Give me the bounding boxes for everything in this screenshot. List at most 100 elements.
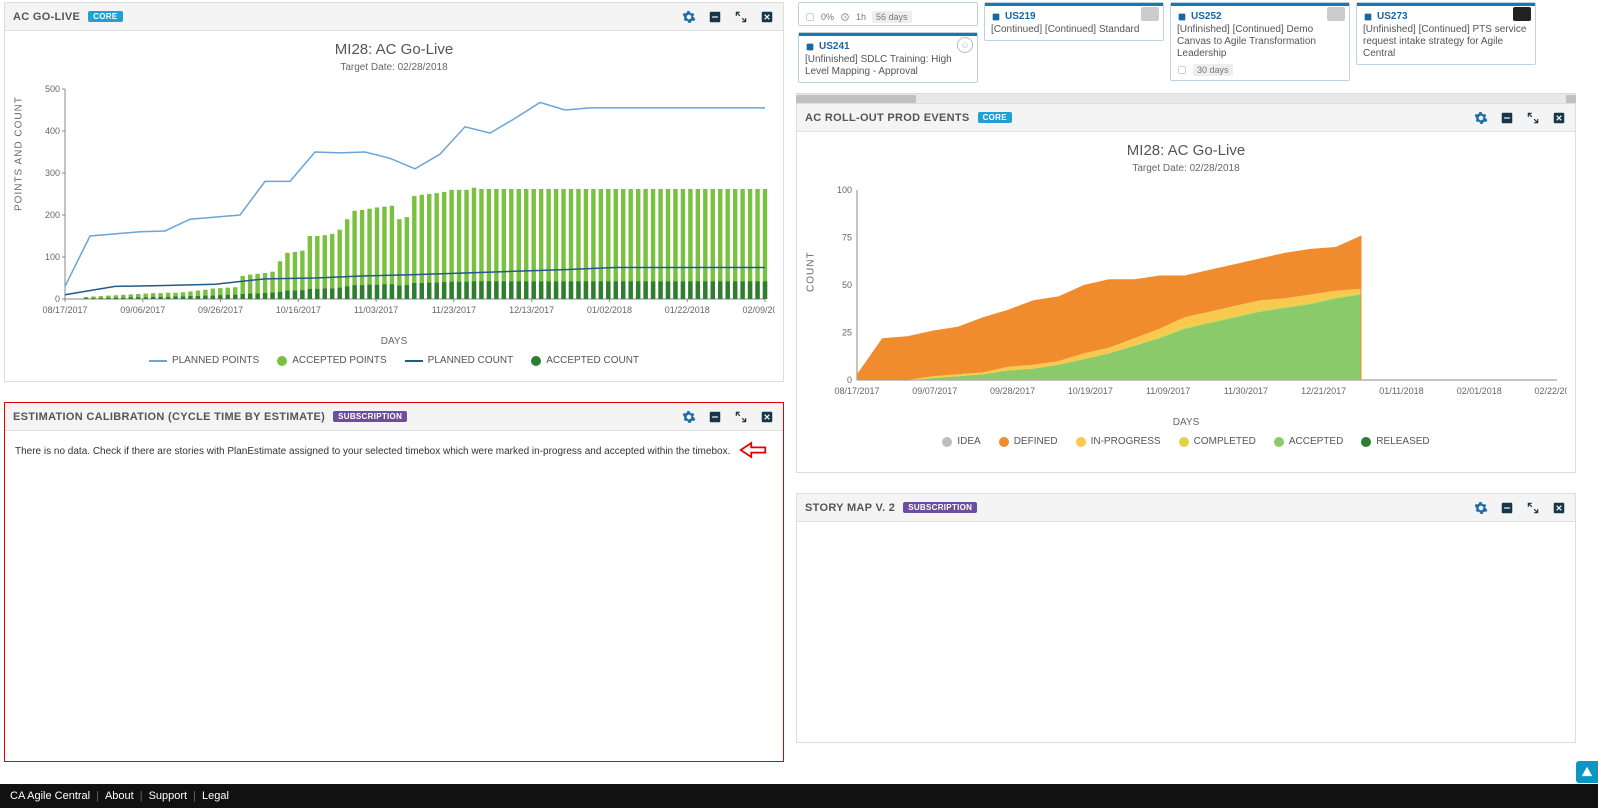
svg-text:0: 0 (55, 294, 60, 304)
svg-text:50: 50 (842, 280, 852, 290)
panel-ac-go-live: AC GO-LIVE CORE MI28: AC Go-Live Target … (4, 2, 784, 382)
owner-avatar-icon: ☺ (957, 37, 973, 53)
close-icon[interactable] (759, 409, 775, 425)
legend-item: PLANNED COUNT (405, 355, 514, 366)
chart-title: MI28: AC Go-Live (5, 41, 783, 58)
panel-header: ESTIMATION CALIBRATION (CYCLE TIME BY ES… (5, 403, 783, 431)
minimize-icon[interactable] (707, 9, 723, 25)
expand-icon[interactable] (1525, 110, 1541, 126)
svg-text:10/16/2017: 10/16/2017 (276, 305, 321, 315)
legend-item: PLANNED POINTS (149, 355, 259, 366)
y-axis-label: POINTS AND COUNT (14, 96, 25, 211)
close-icon[interactable] (1551, 500, 1567, 516)
svg-text:25: 25 (842, 328, 852, 338)
chart-subtitle: Target Date: 02/28/2018 (797, 163, 1575, 174)
svg-text:08/17/2017: 08/17/2017 (834, 386, 879, 396)
card-thumbnail (1327, 7, 1345, 21)
story-card-us252[interactable]: US252 [Unfinished] [Continued] Demo Canv… (1170, 2, 1350, 81)
feedback-tab-icon[interactable] (1576, 761, 1598, 783)
footer-link-support[interactable]: Support (149, 790, 188, 802)
svg-text:0: 0 (847, 375, 852, 385)
arrow-left-annotation (739, 439, 767, 464)
story-card[interactable]: 0% 1h 56 days (798, 2, 978, 26)
badge-subscription: SUBSCRIPTION (903, 502, 977, 513)
horizontal-scrollbar[interactable] (796, 93, 1576, 103)
svg-text:12/13/2017: 12/13/2017 (509, 305, 554, 315)
panel-title: STORY MAP V. 2 (805, 502, 895, 514)
panel-ac-rollout-prod-events: AC ROLL-OUT PROD EVENTS CORE MI28: AC Go… (796, 103, 1576, 473)
legend-item: DEFINED (999, 436, 1058, 447)
card-desc: [Unfinished] [Continued] Demo Canvas to … (1177, 24, 1343, 60)
card-thumbnail (1141, 7, 1159, 21)
legend-item: ACCEPTED (1274, 436, 1343, 447)
story-card-us241[interactable]: ☺ US241 [Unfinished] SDLC Training: High… (798, 32, 978, 83)
kanban-cards-strip: 0% 1h 56 days ☺ US241 [Unfinished] SDLC … (796, 2, 1576, 103)
story-card-us219[interactable]: US219 [Continued] [Continued] Standard (984, 2, 1164, 41)
card-id: US241 (805, 37, 971, 52)
expand-icon[interactable] (1525, 500, 1541, 516)
svg-text:100: 100 (45, 252, 60, 262)
gear-icon[interactable] (681, 9, 697, 25)
x-axis-label: DAYS (797, 417, 1575, 428)
legend-item: IN-PROGRESS (1076, 436, 1161, 447)
panel-header: AC GO-LIVE CORE (5, 3, 783, 31)
card-days: 56 days (872, 11, 912, 23)
svg-text:02/22/2018: 02/22/2018 (1534, 386, 1567, 396)
minimize-icon[interactable] (1499, 110, 1515, 126)
svg-text:11/23/2017: 11/23/2017 (432, 305, 476, 315)
chart-subtitle: Target Date: 02/28/2018 (5, 62, 783, 73)
legend-item: ACCEPTED POINTS (277, 355, 386, 366)
no-data-message: There is no data. Check if there are sto… (5, 431, 783, 472)
legend-item: IDEA (942, 436, 980, 447)
close-icon[interactable] (1551, 110, 1567, 126)
gear-icon[interactable] (1473, 110, 1489, 126)
card-desc: [Unfinished] [Continued] PTS service req… (1363, 24, 1529, 60)
gear-icon[interactable] (681, 409, 697, 425)
card-desc: [Continued] [Continued] Standard (991, 24, 1157, 36)
gear-icon[interactable] (1473, 500, 1489, 516)
no-data-text: There is no data. Check if there are sto… (15, 446, 730, 457)
panel-title: ESTIMATION CALIBRATION (CYCLE TIME BY ES… (13, 411, 325, 423)
footer-link-legal[interactable]: Legal (202, 790, 229, 802)
svg-text:08/17/2017: 08/17/2017 (42, 305, 87, 315)
card-desc: [Unfinished] SDLC Training: High Level M… (805, 54, 971, 78)
svg-text:200: 200 (45, 210, 60, 220)
close-icon[interactable] (759, 9, 775, 25)
legend-item: ACCEPTED COUNT (531, 355, 639, 366)
minimize-icon[interactable] (1499, 500, 1515, 516)
svg-text:11/03/2017: 11/03/2017 (354, 305, 398, 315)
svg-text:01/11/2018: 01/11/2018 (1379, 386, 1423, 396)
svg-text:100: 100 (837, 185, 852, 195)
svg-text:75: 75 (842, 233, 852, 243)
svg-text:09/06/2017: 09/06/2017 (120, 305, 165, 315)
svg-text:01/02/2018: 01/02/2018 (587, 305, 632, 315)
expand-icon[interactable] (733, 9, 749, 25)
card-id: US219 (991, 7, 1157, 22)
chart-title: MI28: AC Go-Live (797, 142, 1575, 159)
story-card-us273[interactable]: US273 [Unfinished] [Continued] PTS servi… (1356, 2, 1536, 65)
badge-core: CORE (978, 112, 1012, 123)
expand-icon[interactable] (733, 409, 749, 425)
svg-text:09/07/2017: 09/07/2017 (912, 386, 957, 396)
panel-title: AC ROLL-OUT PROD EVENTS (805, 112, 970, 124)
svg-text:02/01/2018: 02/01/2018 (1457, 386, 1502, 396)
rollout-chart: MI28: AC Go-Live Target Date: 02/28/2018… (797, 142, 1575, 472)
card-id: US273 (1363, 7, 1529, 22)
svg-text:12/21/2017: 12/21/2017 (1301, 386, 1346, 396)
svg-text:11/30/2017: 11/30/2017 (1224, 386, 1268, 396)
legend-item: COMPLETED (1179, 436, 1256, 447)
svg-text:11/09/2017: 11/09/2017 (1146, 386, 1190, 396)
panel-story-map: STORY MAP V. 2 SUBSCRIPTION (796, 493, 1576, 743)
svg-text:10/19/2017: 10/19/2017 (1068, 386, 1113, 396)
legend-item: RELEASED (1361, 436, 1429, 447)
footer-link-about[interactable]: About (105, 790, 134, 802)
svg-text:09/28/2017: 09/28/2017 (990, 386, 1035, 396)
card-percent: 0% (821, 12, 834, 22)
card-id: US252 (1177, 7, 1343, 22)
minimize-icon[interactable] (707, 409, 723, 425)
svg-text:01/22/2018: 01/22/2018 (665, 305, 710, 315)
x-axis-label: DAYS (5, 336, 783, 347)
panel-header: STORY MAP V. 2 SUBSCRIPTION (797, 494, 1575, 522)
chart-legend: PLANNED POINTS ACCEPTED POINTS PLANNED COU… (5, 355, 783, 366)
badge-core: CORE (88, 11, 122, 22)
